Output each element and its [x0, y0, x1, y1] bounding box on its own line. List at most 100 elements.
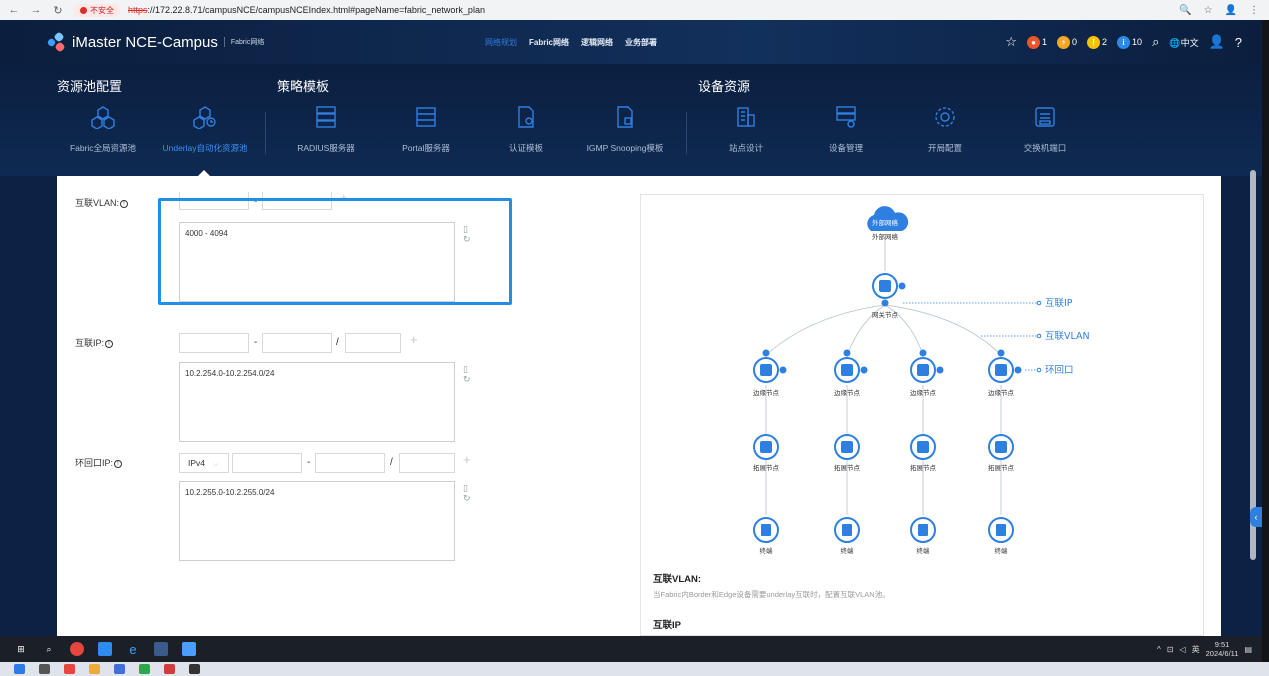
nav-logical-network[interactable]: 逻辑网络 [581, 37, 613, 48]
add-icon[interactable]: + [410, 332, 418, 347]
mask-separator: / [390, 457, 393, 468]
page-scrollbar[interactable] [1250, 170, 1256, 560]
loopback-end-input[interactable] [315, 453, 385, 473]
terminal-label: 终端 [917, 546, 931, 555]
remote-desktop-icon[interactable] [154, 642, 168, 656]
ip-end-input[interactable] [262, 333, 332, 353]
edge-browser-icon[interactable]: e [126, 642, 140, 657]
add-icon[interactable]: + [463, 452, 471, 467]
tile-auth-template[interactable]: 认证模板 [471, 104, 581, 154]
major-alarm-icon: ⚡ [1057, 35, 1071, 49]
loopback-start-input[interactable] [232, 453, 302, 473]
loopback-mask-input[interactable] [399, 453, 455, 473]
ime-indicator[interactable]: 英 [1192, 644, 1200, 655]
alarm-count: 2 [1102, 37, 1108, 47]
tile-label: IGMP Snooping模板 [586, 143, 664, 153]
tile-switch-port[interactable]: 交换机端口 [990, 104, 1100, 154]
topo-nodes [753, 434, 1014, 460]
tile-device-manage[interactable]: 设备管理 [791, 104, 901, 154]
app-icon[interactable] [89, 664, 100, 674]
app-icon[interactable] [139, 664, 150, 674]
menu-icon[interactable]: ⋮ [1249, 5, 1259, 16]
tile-site-design[interactable]: 站点设计 [691, 104, 801, 154]
tile-label: 设备管理 [828, 143, 863, 153]
collapse-panel-button[interactable]: ‹ [1250, 507, 1262, 527]
ip-family-select[interactable]: IPv4 ⌵ [179, 453, 229, 473]
security-badge[interactable]: 不安全 [74, 3, 120, 17]
ip-pool-textarea[interactable]: 10.2.254.0-10.2.254.0/24 [179, 362, 455, 442]
network-diagram: 外部网络 外部网络 网关节点 边缘节点 边缘节点 边缘节点 边缘节点 拓展节点 … [640, 194, 1204, 636]
cloud-label: 外部网络 [872, 232, 899, 241]
alarm-major[interactable]: ⚡ 0 [1057, 35, 1077, 49]
copy-icon[interactable]: ▯ [463, 364, 468, 374]
nav-fabric-network[interactable]: Fabric网络 [529, 37, 569, 48]
info-icon[interactable]: ! [120, 199, 129, 208]
alarm-minor[interactable]: ! 2 [1087, 35, 1108, 49]
edge-label: 边缘节点 [988, 388, 1015, 397]
tile-fabric-pool[interactable]: Fabric全局资源池 [48, 104, 158, 154]
search-icon[interactable]: ⌕ [42, 642, 56, 656]
network-icon[interactable]: ⊡ [1167, 645, 1174, 654]
warning-icon [80, 6, 87, 14]
loopback-label-text: 环回口IP: [75, 458, 114, 468]
profile-icon[interactable]: 👤 [1225, 5, 1237, 16]
notification-icon[interactable]: ▤ [1244, 645, 1252, 654]
tile-deploy-config[interactable]: 开局配置 [890, 104, 1000, 154]
app-icon[interactable] [164, 664, 175, 674]
user-icon[interactable]: 👤 [1209, 34, 1225, 50]
ip-mask-input[interactable] [345, 333, 401, 353]
star-icon[interactable]: ☆ [1204, 5, 1213, 16]
forward-icon[interactable]: → [28, 4, 44, 16]
app-icon[interactable] [98, 642, 112, 656]
info-icon[interactable]: ! [114, 459, 123, 468]
tile-portal-server[interactable]: Portal服务器 [371, 104, 481, 154]
url-text[interactable]: https://172.22.8.71/campusNCE/campusNCEI… [128, 5, 485, 15]
alarm-critical[interactable]: ● 1 [1027, 35, 1048, 49]
app-icon[interactable] [189, 664, 200, 674]
ip-start-input[interactable] [179, 333, 249, 353]
back-icon[interactable]: ← [6, 4, 22, 16]
refresh-icon[interactable]: ↻ [463, 374, 471, 384]
deploy-config-icon [932, 104, 958, 130]
search-icon[interactable] [39, 664, 50, 674]
zoom-icon[interactable]: 🔍 [1179, 5, 1191, 16]
alarm-count: 1 [1042, 37, 1048, 47]
terminal-label: 终端 [760, 546, 774, 555]
chevron-up-icon[interactable]: ^ [1157, 645, 1161, 654]
address-bar[interactable]: 不安全 https://172.22.8.71/campusNCE/campus… [74, 2, 485, 18]
windows-start-icon[interactable]: ⊞ [14, 642, 28, 656]
help-icon[interactable]: ? [1235, 35, 1242, 50]
volume-icon[interactable]: ◁ [1179, 645, 1185, 654]
tile-label: 认证模板 [508, 143, 543, 153]
copy-icon[interactable]: ▯ [463, 483, 468, 493]
security-label: 不安全 [90, 5, 114, 15]
topo-label: 拓展节点 [834, 463, 861, 472]
chevron-down-icon: ⌵ [213, 461, 219, 468]
resource-toolbar: 资源池配置 策略模板 设备资源 Fabric全局资源池 Underlay自动化资… [0, 64, 1262, 176]
windows-start-icon[interactable] [14, 664, 25, 674]
search-icon[interactable]: ⌕ [1152, 34, 1159, 50]
brand-logo[interactable]: iMaster NCE-Campus Fabric网络 [46, 31, 264, 53]
notepad-icon[interactable] [182, 642, 196, 656]
tile-radius-server[interactable]: RADIUS服务器 [271, 104, 381, 154]
description-ip-title: 互联IP [653, 620, 681, 631]
nav-network-plan[interactable]: 网络规划 [485, 37, 517, 48]
favorite-icon[interactable]: ☆ [1005, 34, 1017, 50]
alarm-info[interactable]: i 10 [1117, 35, 1142, 49]
clock[interactable]: 9:51 2024/6/11 [1206, 640, 1239, 658]
app-icon[interactable] [64, 664, 75, 674]
language-switch[interactable]: 🌐中文 [1169, 36, 1198, 49]
url-scheme: https [128, 5, 148, 15]
info-icon[interactable]: ! [105, 339, 114, 348]
app-icon[interactable] [114, 664, 125, 674]
tile-underlay-pool[interactable]: Underlay自动化资源池 [150, 104, 260, 154]
nav-service-deploy[interactable]: 业务部署 [625, 37, 657, 48]
topo-label: 拓展节点 [753, 463, 780, 472]
edge-label: 边缘节点 [834, 388, 861, 397]
loopback-pool-textarea[interactable]: 10.2.255.0-10.2.255.0/24 [179, 481, 455, 561]
refresh-icon[interactable]: ↻ [463, 493, 471, 503]
brand-mark-icon [46, 31, 66, 53]
chrome-icon[interactable] [70, 642, 84, 656]
tile-igmp-template[interactable]: IGMP Snooping模板 [570, 104, 680, 154]
reload-icon[interactable]: ↻ [50, 4, 66, 17]
